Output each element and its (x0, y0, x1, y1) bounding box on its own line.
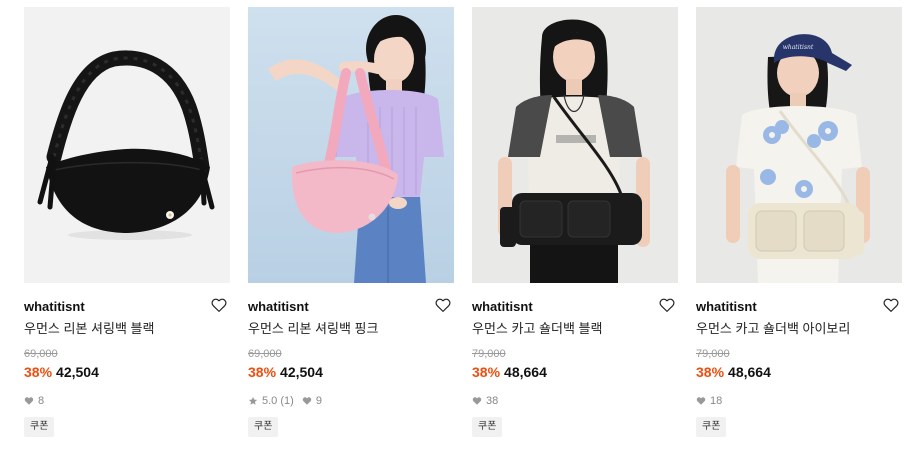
heart-icon (302, 397, 312, 405)
star-icon (248, 396, 258, 405)
like-count: 38 (472, 394, 498, 408)
price-row: 38% 42,504 (24, 363, 230, 381)
price-row: 38% 42,504 (248, 363, 454, 381)
product-image[interactable] (248, 7, 454, 283)
product-image[interactable] (472, 7, 678, 283)
discount-rate: 38% (248, 364, 277, 380)
like-heart-icon[interactable] (658, 296, 676, 314)
product-meta: 8 (24, 394, 230, 408)
original-price: 79,000 (696, 348, 730, 360)
sale-price: 42,504 (56, 364, 99, 380)
like-count: 8 (24, 394, 44, 408)
heart-icon (24, 397, 34, 405)
like-count: 9 (302, 394, 322, 408)
sale-price: 48,664 (728, 364, 771, 380)
like-heart-icon[interactable] (882, 296, 900, 314)
brand-name[interactable]: whatitisnt (472, 299, 533, 314)
product-card[interactable]: whatitisnt whatitisnt 우먼스 카고 숄더백 아이보리 79… (696, 7, 902, 437)
product-meta: 38 (472, 394, 678, 408)
product-image[interactable]: whatitisnt (696, 7, 902, 283)
heart-icon (472, 397, 482, 405)
original-price: 69,000 (24, 348, 58, 360)
price-row: 38% 48,664 (696, 363, 902, 381)
rating: 5.0 (1) (248, 394, 294, 408)
coupon-badge[interactable]: 쿠폰 (472, 417, 503, 437)
discount-rate: 38% (24, 364, 53, 380)
brand-name[interactable]: whatitisnt (248, 299, 309, 314)
product-card[interactable]: whatitisnt 우먼스 리본 셔링백 핑크 69,000 38% 42,50… (248, 7, 454, 437)
original-price: 79,000 (472, 348, 506, 360)
product-name[interactable]: 우먼스 카고 숄더백 아이보리 (696, 320, 902, 338)
product-image[interactable] (24, 7, 230, 283)
product-meta: 5.0 (1) 9 (248, 394, 454, 408)
like-heart-icon[interactable] (434, 296, 452, 314)
coupon-badge[interactable]: 쿠폰 (24, 417, 55, 437)
product-name[interactable]: 우먼스 리본 셔링백 블랙 (24, 320, 230, 338)
product-card[interactable]: whatitisnt 우먼스 카고 숄더백 블랙 79,000 38% 48,66… (472, 7, 678, 437)
like-count: 18 (696, 394, 722, 408)
price-row: 38% 48,664 (472, 363, 678, 381)
product-grid: whatitisnt 우먼스 리본 셔링백 블랙 69,000 38% 42,50… (0, 0, 910, 476)
coupon-badge[interactable]: 쿠폰 (696, 417, 727, 437)
original-price: 69,000 (248, 348, 282, 360)
heart-icon (696, 397, 706, 405)
product-card[interactable]: whatitisnt 우먼스 리본 셔링백 블랙 69,000 38% 42,50… (24, 7, 230, 437)
discount-rate: 38% (696, 364, 725, 380)
coupon-badge[interactable]: 쿠폰 (248, 417, 279, 437)
like-heart-icon[interactable] (210, 296, 228, 314)
brand-name[interactable]: whatitisnt (696, 299, 757, 314)
sale-price: 42,504 (280, 364, 323, 380)
product-name[interactable]: 우먼스 카고 숄더백 블랙 (472, 320, 678, 338)
sale-price: 48,664 (504, 364, 547, 380)
discount-rate: 38% (472, 364, 501, 380)
svg-text:whatitisnt: whatitisnt (783, 44, 814, 51)
brand-name[interactable]: whatitisnt (24, 299, 85, 314)
product-meta: 18 (696, 394, 902, 408)
product-name[interactable]: 우먼스 리본 셔링백 핑크 (248, 320, 454, 338)
